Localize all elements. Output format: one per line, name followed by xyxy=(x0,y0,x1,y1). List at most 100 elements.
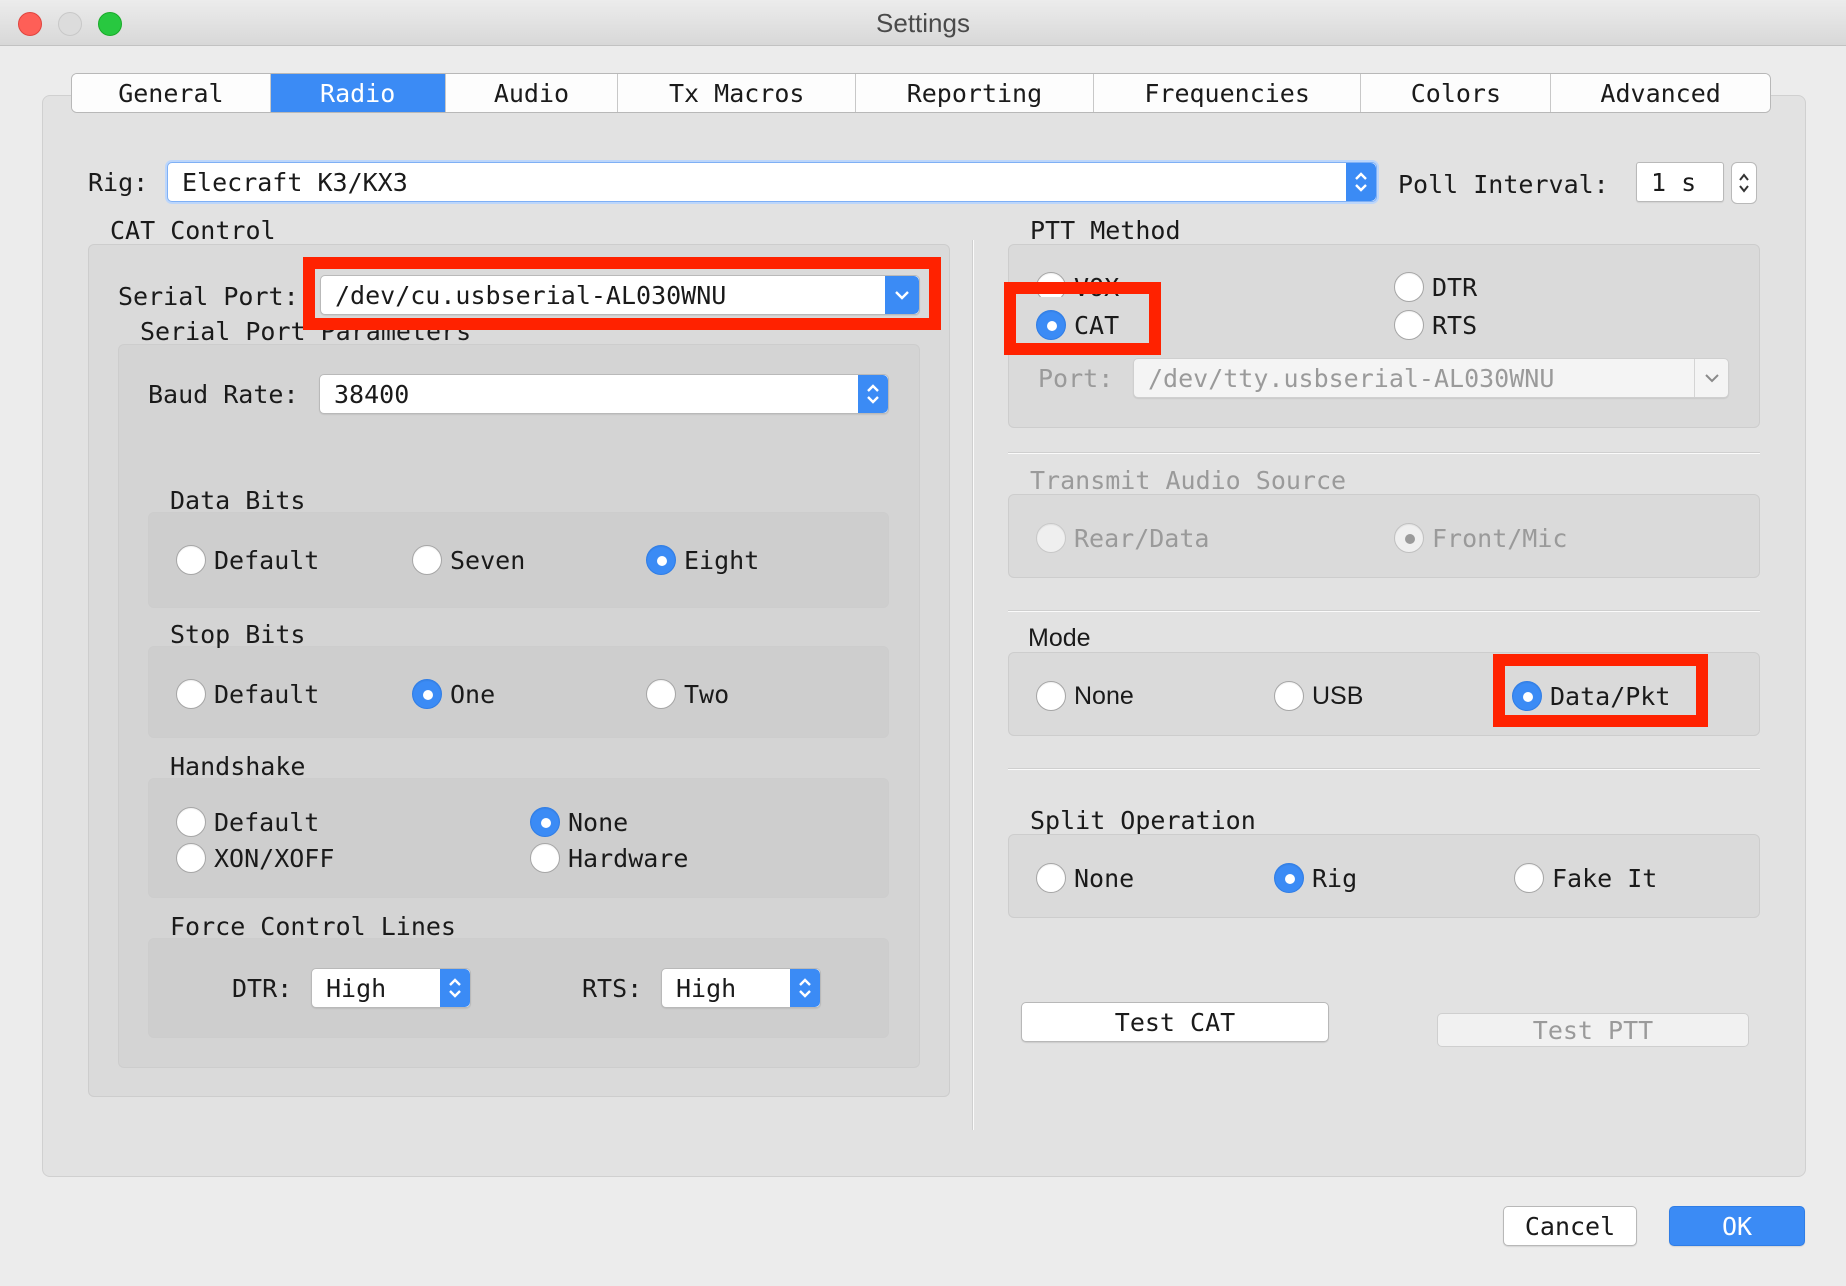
radio-label: One xyxy=(450,679,496,709)
updown-chevron-icon xyxy=(449,978,461,998)
tab-advanced[interactable]: Advanced xyxy=(1551,74,1770,112)
updown-chevron-icon xyxy=(867,384,879,404)
handshake-hardware-radio[interactable]: Hardware xyxy=(530,843,688,873)
radio-indicator xyxy=(1394,310,1424,340)
serial-port-label: Serial Port: xyxy=(118,282,299,311)
ptt-port-dropdown[interactable] xyxy=(1694,359,1728,397)
radio-label: RTS xyxy=(1432,310,1478,340)
tab-colors[interactable]: Colors xyxy=(1361,74,1552,112)
data-bits-eight-radio[interactable]: Eight xyxy=(646,545,759,575)
tx-audio-rear-data-radio[interactable]: Rear/Data xyxy=(1036,523,1209,553)
dtr-select[interactable]: High xyxy=(311,968,471,1008)
radio-label: Two xyxy=(684,679,730,709)
ptt-port-label: Port: xyxy=(1038,364,1114,393)
dtr-stepper[interactable] xyxy=(440,969,470,1007)
radio-indicator xyxy=(412,679,442,709)
handshake-group xyxy=(148,778,889,898)
radio-label: Eight xyxy=(684,545,760,575)
radio-indicator xyxy=(1394,272,1424,302)
stop-bits-two-radio[interactable]: Two xyxy=(646,679,729,709)
tab-frequencies[interactable]: Frequencies xyxy=(1093,74,1362,112)
updown-chevron-icon xyxy=(1355,172,1367,192)
tab-audio[interactable]: Audio xyxy=(445,74,619,112)
poll-interval-value: 1 s xyxy=(1651,167,1697,197)
ptt-dtr-radio[interactable]: DTR xyxy=(1394,272,1477,302)
cat-control-title: CAT Control xyxy=(110,216,276,245)
poll-interval-stepper[interactable] xyxy=(1731,162,1757,204)
handshake-xon-xoff-radio[interactable]: XON/XOFF xyxy=(176,843,334,873)
radio-label: None xyxy=(1074,863,1135,893)
split-rig-radio[interactable]: Rig xyxy=(1274,863,1357,893)
tab-tx-macros[interactable]: Tx Macros xyxy=(618,74,857,112)
radio-indicator xyxy=(1274,863,1304,893)
radio-indicator xyxy=(1036,523,1066,553)
mode-usb-radio[interactable]: USB xyxy=(1274,681,1363,711)
radio-indicator xyxy=(176,679,206,709)
radio-indicator xyxy=(412,545,442,575)
radio-indicator xyxy=(1514,863,1544,893)
ok-button[interactable]: OK xyxy=(1669,1206,1805,1246)
radio-indicator xyxy=(530,843,560,873)
radio-label: None xyxy=(1074,681,1134,710)
test-cat-button[interactable]: Test CAT xyxy=(1021,1002,1329,1042)
radio-indicator xyxy=(1394,523,1424,553)
stop-bits-default-radio[interactable]: Default xyxy=(176,679,319,709)
transmit-audio-source-title: Transmit Audio Source xyxy=(1030,466,1347,495)
split-none-radio[interactable]: None xyxy=(1036,863,1134,893)
dtr-label: DTR: xyxy=(232,974,293,1003)
radio-indicator xyxy=(1036,863,1066,893)
tab-reporting[interactable]: Reporting xyxy=(856,74,1094,112)
handshake-default-radio[interactable]: Default xyxy=(176,807,319,837)
poll-interval-input[interactable]: 1 s xyxy=(1636,162,1724,202)
radio-indicator xyxy=(1274,681,1304,711)
split-fake-it-radio[interactable]: Fake It xyxy=(1514,863,1657,893)
tab-general[interactable]: General xyxy=(72,74,271,112)
radio-indicator xyxy=(176,807,206,837)
radio-label: XON/XOFF xyxy=(214,843,335,873)
ptt-port-select[interactable]: /dev/tty.usbserial-AL030WNU xyxy=(1133,358,1729,398)
mode-none-radio[interactable]: None xyxy=(1036,681,1134,711)
chevron-down-icon xyxy=(1704,374,1719,383)
ptt-port-value: /dev/tty.usbserial-AL030WNU xyxy=(1148,363,1555,393)
baud-rate-value: 38400 xyxy=(334,379,410,409)
rts-stepper[interactable] xyxy=(790,969,820,1007)
radio-indicator xyxy=(1036,681,1066,711)
rts-select[interactable]: High xyxy=(661,968,821,1008)
rig-label: Rig: xyxy=(88,168,149,197)
radio-label: None xyxy=(568,807,629,837)
window-title: Settings xyxy=(876,8,970,38)
radio-indicator xyxy=(646,545,676,575)
split-operation-title: Split Operation xyxy=(1030,806,1256,835)
radio-label: Hardware xyxy=(568,843,689,873)
handshake-title: Handshake xyxy=(170,752,306,781)
radio-label: Default xyxy=(214,679,320,709)
rts-label: RTS: xyxy=(582,974,643,1003)
ptt-rts-radio[interactable]: RTS xyxy=(1394,310,1477,340)
radio-label: Fake It xyxy=(1552,863,1658,893)
updown-chevron-icon xyxy=(1739,173,1749,193)
baud-rate-select[interactable]: 38400 xyxy=(319,374,889,414)
data-bits-seven-radio[interactable]: Seven xyxy=(412,545,525,575)
tab-bar: General Radio Audio Tx Macros Reporting … xyxy=(71,73,1771,113)
divider xyxy=(1008,610,1760,612)
data-bits-default-radio[interactable]: Default xyxy=(176,545,319,575)
data-bits-title: Data Bits xyxy=(170,486,306,515)
tab-radio[interactable]: Radio xyxy=(270,74,446,112)
tx-audio-front-mic-radio[interactable]: Front/Mic xyxy=(1394,523,1567,553)
radio-label: USB xyxy=(1312,681,1364,710)
highlight-box-serial-port xyxy=(303,257,941,330)
cancel-button[interactable]: Cancel xyxy=(1503,1206,1637,1246)
highlight-box-mode-data-pkt xyxy=(1493,654,1708,727)
rig-stepper[interactable] xyxy=(1346,163,1376,201)
radio-label: Front/Mic xyxy=(1432,523,1568,553)
handshake-none-radio[interactable]: None xyxy=(530,807,628,837)
radio-indicator xyxy=(176,843,206,873)
dtr-value: High xyxy=(326,973,387,1003)
rig-select[interactable]: Elecraft K3/KX3 xyxy=(167,162,1377,202)
force-control-lines-title: Force Control Lines xyxy=(170,912,456,941)
test-ptt-button[interactable]: Test PTT xyxy=(1437,1013,1749,1047)
baud-rate-stepper[interactable] xyxy=(858,375,888,413)
radio-indicator xyxy=(530,807,560,837)
poll-interval-label: Poll Interval: xyxy=(1398,170,1609,199)
stop-bits-one-radio[interactable]: One xyxy=(412,679,495,709)
